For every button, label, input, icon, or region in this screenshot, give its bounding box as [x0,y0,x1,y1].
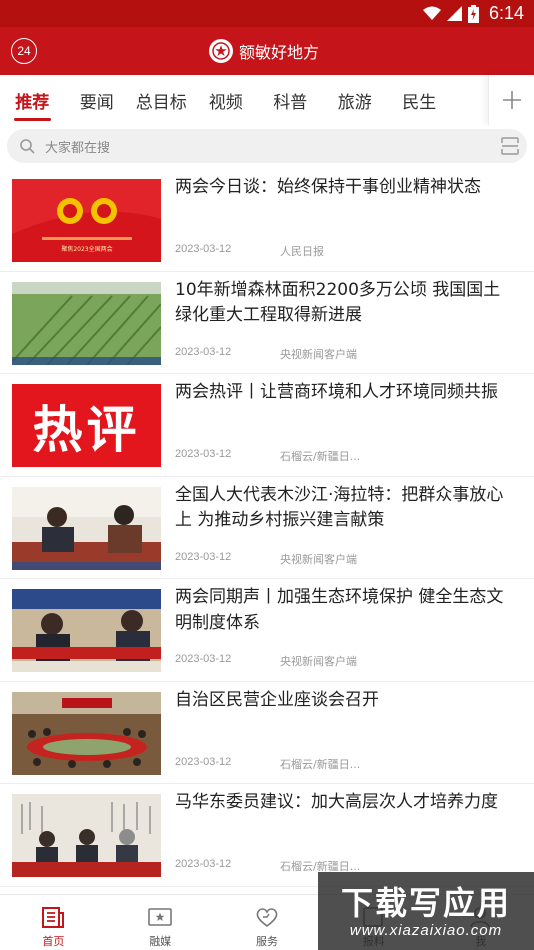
nav-label: 首页 [42,935,65,948]
battery-charging-icon [467,4,479,23]
news-title: 10年新增森林面积2200多万公顷 我国国土绿化重大工程取得新进展 [175,279,501,326]
news-item[interactable]: 两会同期声丨加强生态环境保护 健全生态文明制度体系 2023-03-12 央视新… [0,579,534,682]
scan-icon[interactable] [501,137,519,155]
tab-5[interactable]: 旅游 [323,75,388,125]
news-source: 石榴云/新疆日... [280,757,361,771]
tab-4[interactable]: 科普 [258,75,323,125]
channel-tabs: 推荐 要闻 总目标 视频 科普 旅游 民生 [0,75,534,125]
news-source: 石榴云/新疆日... [280,450,361,463]
news-item[interactable]: 10年新增森林面积2200多万公顷 我国国土绿化重大工程取得新进展 2023-0… [0,271,534,374]
status-icons: 6:14 [422,3,524,24]
svg-text:聚焦2023全国两会: 聚焦2023全国两会 [61,245,112,253]
news-item[interactable]: 自治区民营企业座谈会召开 2023-03-12 石榴云/新疆日... [0,681,534,784]
news-date: 2023-03-12 [175,550,232,563]
nav-service[interactable]: 服务 [214,895,321,950]
media-star-icon [147,908,172,926]
news-date: 2023-03-12 [175,243,232,255]
nav-media[interactable]: 融媒 [107,895,214,950]
nav-label: 服务 [255,935,278,948]
news-thumbnail [12,281,161,365]
news-date: 2023-03-12 [175,345,232,358]
tab-1[interactable]: 要闻 [65,75,130,125]
status-bar: 6:14 [0,0,534,27]
cellular-signal-icon [446,6,462,21]
news-thumbnail: 热评 [12,384,161,467]
home-news-icon [42,907,64,928]
search-icon [20,139,35,154]
news-title: 自治区民营企业座谈会召开 [175,689,379,710]
search-placeholder: 大家都在搜 [45,141,111,156]
app-header: 24 额敏好地方 [0,27,534,75]
brand: 额敏好地方 [209,39,319,63]
thumbnail-caption: 热评 [32,400,141,459]
news-source: 央视新闻客户端 [280,552,357,566]
news-item[interactable]: 聚焦2023全国两会 两会今日谈：始终保持干事创业精神状态 2023-03-12… [0,169,534,272]
watermark-url: www.xiazaixiao.com [349,922,503,939]
news-thumbnail [12,589,161,672]
service-heart-icon [256,908,277,928]
watermark-text: 下载写应用 [340,884,511,922]
news-title: 两会同期声丨加强生态环境保护 健全生态文明制度体系 [175,587,504,633]
search-bar: 大家都在搜 [0,125,534,169]
add-channel-button[interactable] [488,75,534,125]
search-input[interactable]: 大家都在搜 [7,129,527,163]
news-source: 人民日报 [280,245,324,258]
emblem-logo-icon [209,39,233,63]
news-thumbnail [12,486,161,570]
news-thumbnail [12,691,161,775]
news-title: 全国人大代表木沙江·海拉特：把群众事放心上 为推动乡村振兴建言献策 [175,484,504,531]
tab-2[interactable]: 总目标 [129,75,194,125]
tab-6[interactable]: 民生 [387,75,452,125]
nav-home[interactable]: 首页 [0,895,107,950]
news-item[interactable]: 热评 两会热评丨让营商环境和人才环境同频共振 2023-03-12 石榴云/新疆… [0,374,534,477]
tab-0[interactable]: 推荐 [0,75,65,125]
news-date: 2023-03-12 [175,755,232,768]
news-thumbnail: 聚焦2023全国两会 [12,179,161,262]
status-time: 6:14 [488,3,524,23]
news-title: 马华东委员建议：加大高层次人才培养力度 [175,792,498,812]
news-source: 央视新闻客户端 [280,347,357,361]
news-thumbnail [12,794,161,877]
news-date: 2023-03-12 [175,653,232,665]
app-title: 额敏好地方 [239,43,320,62]
news-date: 2023-03-12 [175,448,232,460]
watermark: 下载写应用 www.xiazaixiao.com [318,872,534,950]
news-title: 两会热评丨让营商环境和人才环境同频共振 [175,382,498,402]
news-source: 央视新闻客户端 [280,655,357,668]
plus-icon [502,91,521,109]
news-item[interactable]: 全国人大代表木沙江·海拉特：把群众事放心上 为推动乡村振兴建言献策 2023-0… [0,476,534,579]
news-date: 2023-03-12 [175,858,232,870]
24-badge-icon[interactable]: 24 [11,38,37,64]
news-title: 两会今日谈：始终保持干事创业精神状态 [175,177,481,197]
nav-label: 融媒 [149,935,172,948]
tab-3[interactable]: 视频 [194,75,259,125]
wifi-icon [422,6,441,20]
